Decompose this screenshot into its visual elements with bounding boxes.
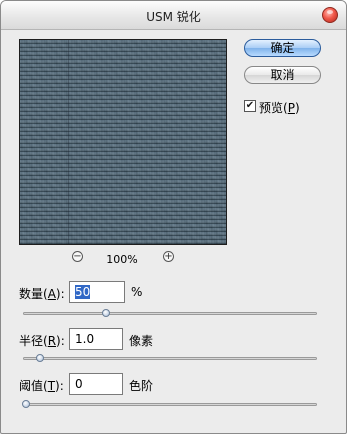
radius-label-close: ):: [56, 334, 65, 348]
cancel-button[interactable]: 取消: [244, 66, 321, 84]
radius-unit: 像素: [129, 334, 154, 348]
ok-button[interactable]: 确定: [244, 39, 321, 57]
amount-label-close: ):: [55, 287, 65, 301]
threshold-label: 阈值(T):: [19, 377, 64, 394]
threshold-input[interactable]: 0: [69, 373, 123, 395]
threshold-slider-track[interactable]: [22, 400, 317, 408]
checkmark-icon: ✔: [245, 100, 255, 111]
plus-icon: +: [164, 251, 173, 262]
preview-checkbox[interactable]: ✔: [244, 100, 256, 112]
preview-label-close: ): [294, 101, 300, 115]
radius-value: 1.0: [75, 332, 95, 346]
zoom-level: 100%: [106, 253, 138, 266]
preview-image[interactable]: [19, 39, 227, 245]
usm-sharpen-dialog: USM 锐化 − 100% + 确定 取消 ✔ 预览(P) 数量(A): 50 …: [0, 0, 347, 434]
amount-slider-track[interactable]: [23, 309, 317, 317]
radius-label-key: R: [47, 334, 57, 348]
amount-label: 数量(A):: [19, 285, 65, 302]
threshold-unit: 色阶: [129, 379, 154, 393]
preview-checkbox-label[interactable]: 预览(P): [259, 99, 300, 116]
radius-slider-track[interactable]: [23, 354, 317, 362]
amount-input[interactable]: 50: [69, 281, 125, 303]
preview-label-key: P: [287, 101, 295, 115]
minus-icon: −: [73, 251, 82, 262]
threshold-slider-thumb[interactable]: [22, 400, 30, 408]
radius-label: 半径(R):: [19, 332, 65, 349]
threshold-label-key: T: [47, 379, 56, 393]
amount-slider-thumb[interactable]: [102, 309, 111, 317]
zoom-in-button[interactable]: +: [163, 251, 174, 262]
amount-label-text: 数量(: [19, 287, 48, 301]
radius-slider-thumb[interactable]: [36, 354, 45, 362]
threshold-label-close: ):: [55, 379, 64, 393]
amount-value: 50: [75, 285, 91, 299]
dialog-title: USM 锐化: [146, 10, 201, 24]
radius-label-text: 半径(: [19, 334, 48, 348]
threshold-value: 0: [75, 377, 83, 391]
amount-unit: %: [131, 285, 143, 299]
preview-label-text: 预览(: [259, 101, 288, 115]
threshold-label-text: 阈值(: [19, 379, 48, 393]
zoom-out-button[interactable]: −: [72, 251, 83, 262]
title-bar[interactable]: USM 锐化: [1, 1, 346, 30]
radius-input[interactable]: 1.0: [69, 328, 123, 350]
amount-label-key: A: [47, 287, 56, 301]
close-button[interactable]: [322, 7, 338, 23]
